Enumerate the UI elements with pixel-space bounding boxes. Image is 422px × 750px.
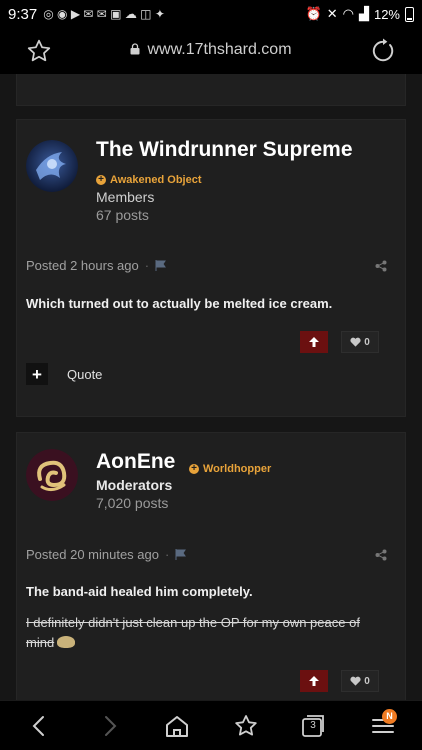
upvote-button[interactable] <box>300 670 328 692</box>
heart-icon <box>350 676 361 686</box>
arrow-up-icon <box>309 676 319 686</box>
plus-circle-icon: + <box>189 464 199 474</box>
quote-button[interactable]: Quote <box>67 367 102 382</box>
strikethrough-content: I definitely didn't just clean up the OP… <box>26 615 360 650</box>
share-icon[interactable] <box>375 549 387 561</box>
previous-post-card <box>16 74 406 106</box>
like-count: 0 <box>364 336 370 348</box>
post-card: The Windrunner Supreme + Awakened Object … <box>16 119 406 417</box>
back-icon[interactable] <box>27 713 53 739</box>
bookmarks-icon[interactable] <box>233 713 259 739</box>
multiquote-button[interactable]: + <box>26 363 48 385</box>
address-bar[interactable]: www.17thshard.com <box>0 41 422 59</box>
username[interactable]: AonEne <box>96 450 175 474</box>
battery-percent: 12% <box>373 6 400 22</box>
emoji-icon <box>57 636 76 648</box>
post-count: 67 posts <box>96 207 149 223</box>
post-meta: Posted 2 hours ago · <box>26 258 167 273</box>
heart-icon <box>350 337 361 347</box>
post-meta: Posted 20 minutes ago · <box>26 547 187 562</box>
report-flag-icon[interactable] <box>175 549 187 560</box>
rank-badge: + Worldhopper <box>189 458 271 476</box>
post-count: 7,020 posts <box>96 495 169 511</box>
username[interactable]: The Windrunner Supreme <box>96 138 353 162</box>
forum-content[interactable]: The Windrunner Supreme + Awakened Object … <box>0 74 422 700</box>
home-icon[interactable] <box>164 713 190 739</box>
status-bar: 9:37 ◎ ◉ ▶ ✉ ✉ ▣ ☁ ◫ ✦ ⏰ ✕ ◠ ▟ 12% <box>0 0 422 28</box>
signal-icon: ▟ <box>358 6 369 21</box>
mute-icon: ✕ <box>326 6 338 21</box>
like-count: 0 <box>364 675 370 687</box>
alarm-icon: ⏰ <box>305 6 322 21</box>
url-text: www.17thshard.com <box>147 41 292 58</box>
battery-icon <box>405 6 414 22</box>
avatar[interactable] <box>26 449 78 501</box>
notification-icons: ◎ ◉ ▶ ✉ ✉ ▣ ☁ ◫ ✦ <box>43 7 165 21</box>
arrow-up-icon <box>309 337 319 347</box>
member-group: Moderators <box>96 477 173 493</box>
avatar[interactable] <box>26 140 78 192</box>
posted-time[interactable]: Posted 2 hours ago <box>26 258 139 273</box>
badge-label: Awakened Object <box>110 174 202 186</box>
post-actions: + Quote <box>26 363 102 385</box>
reaction-button[interactable]: 0 <box>341 670 379 692</box>
status-time: 9:37 <box>8 5 38 23</box>
plus-circle-icon: + <box>96 175 106 185</box>
member-group: Members <box>96 189 155 205</box>
strikethrough-text: I definitely didn't just clean up the OP… <box>26 613 376 653</box>
browser-toolbar: www.17thshard.com <box>0 28 422 74</box>
reaction-button[interactable]: 0 <box>341 331 379 353</box>
posted-time[interactable]: Posted 20 minutes ago <box>26 547 159 562</box>
rank-badge: + Awakened Object <box>96 169 202 187</box>
aonene-avatar-image <box>26 449 78 501</box>
upvote-button[interactable] <box>300 331 328 353</box>
post-body: The band-aid healed him completely. <box>26 584 253 599</box>
forward-icon[interactable] <box>96 713 122 739</box>
post-card: AonEne + Worldhopper Moderators 7,020 pos… <box>16 432 406 700</box>
post-body: Which turned out to actually be melted i… <box>26 296 333 311</box>
report-flag-icon[interactable] <box>155 260 167 271</box>
tab-count: 3 <box>310 720 316 731</box>
browser-bottom-nav: 3 N <box>0 700 422 750</box>
lock-icon <box>130 43 140 55</box>
wifi-icon: ◠ <box>342 6 354 21</box>
notification-badge: N <box>382 709 397 724</box>
windrunner-avatar-image <box>26 140 78 192</box>
badge-label: Worldhopper <box>203 463 272 475</box>
reload-icon[interactable] <box>370 38 396 64</box>
share-icon[interactable] <box>375 260 387 272</box>
